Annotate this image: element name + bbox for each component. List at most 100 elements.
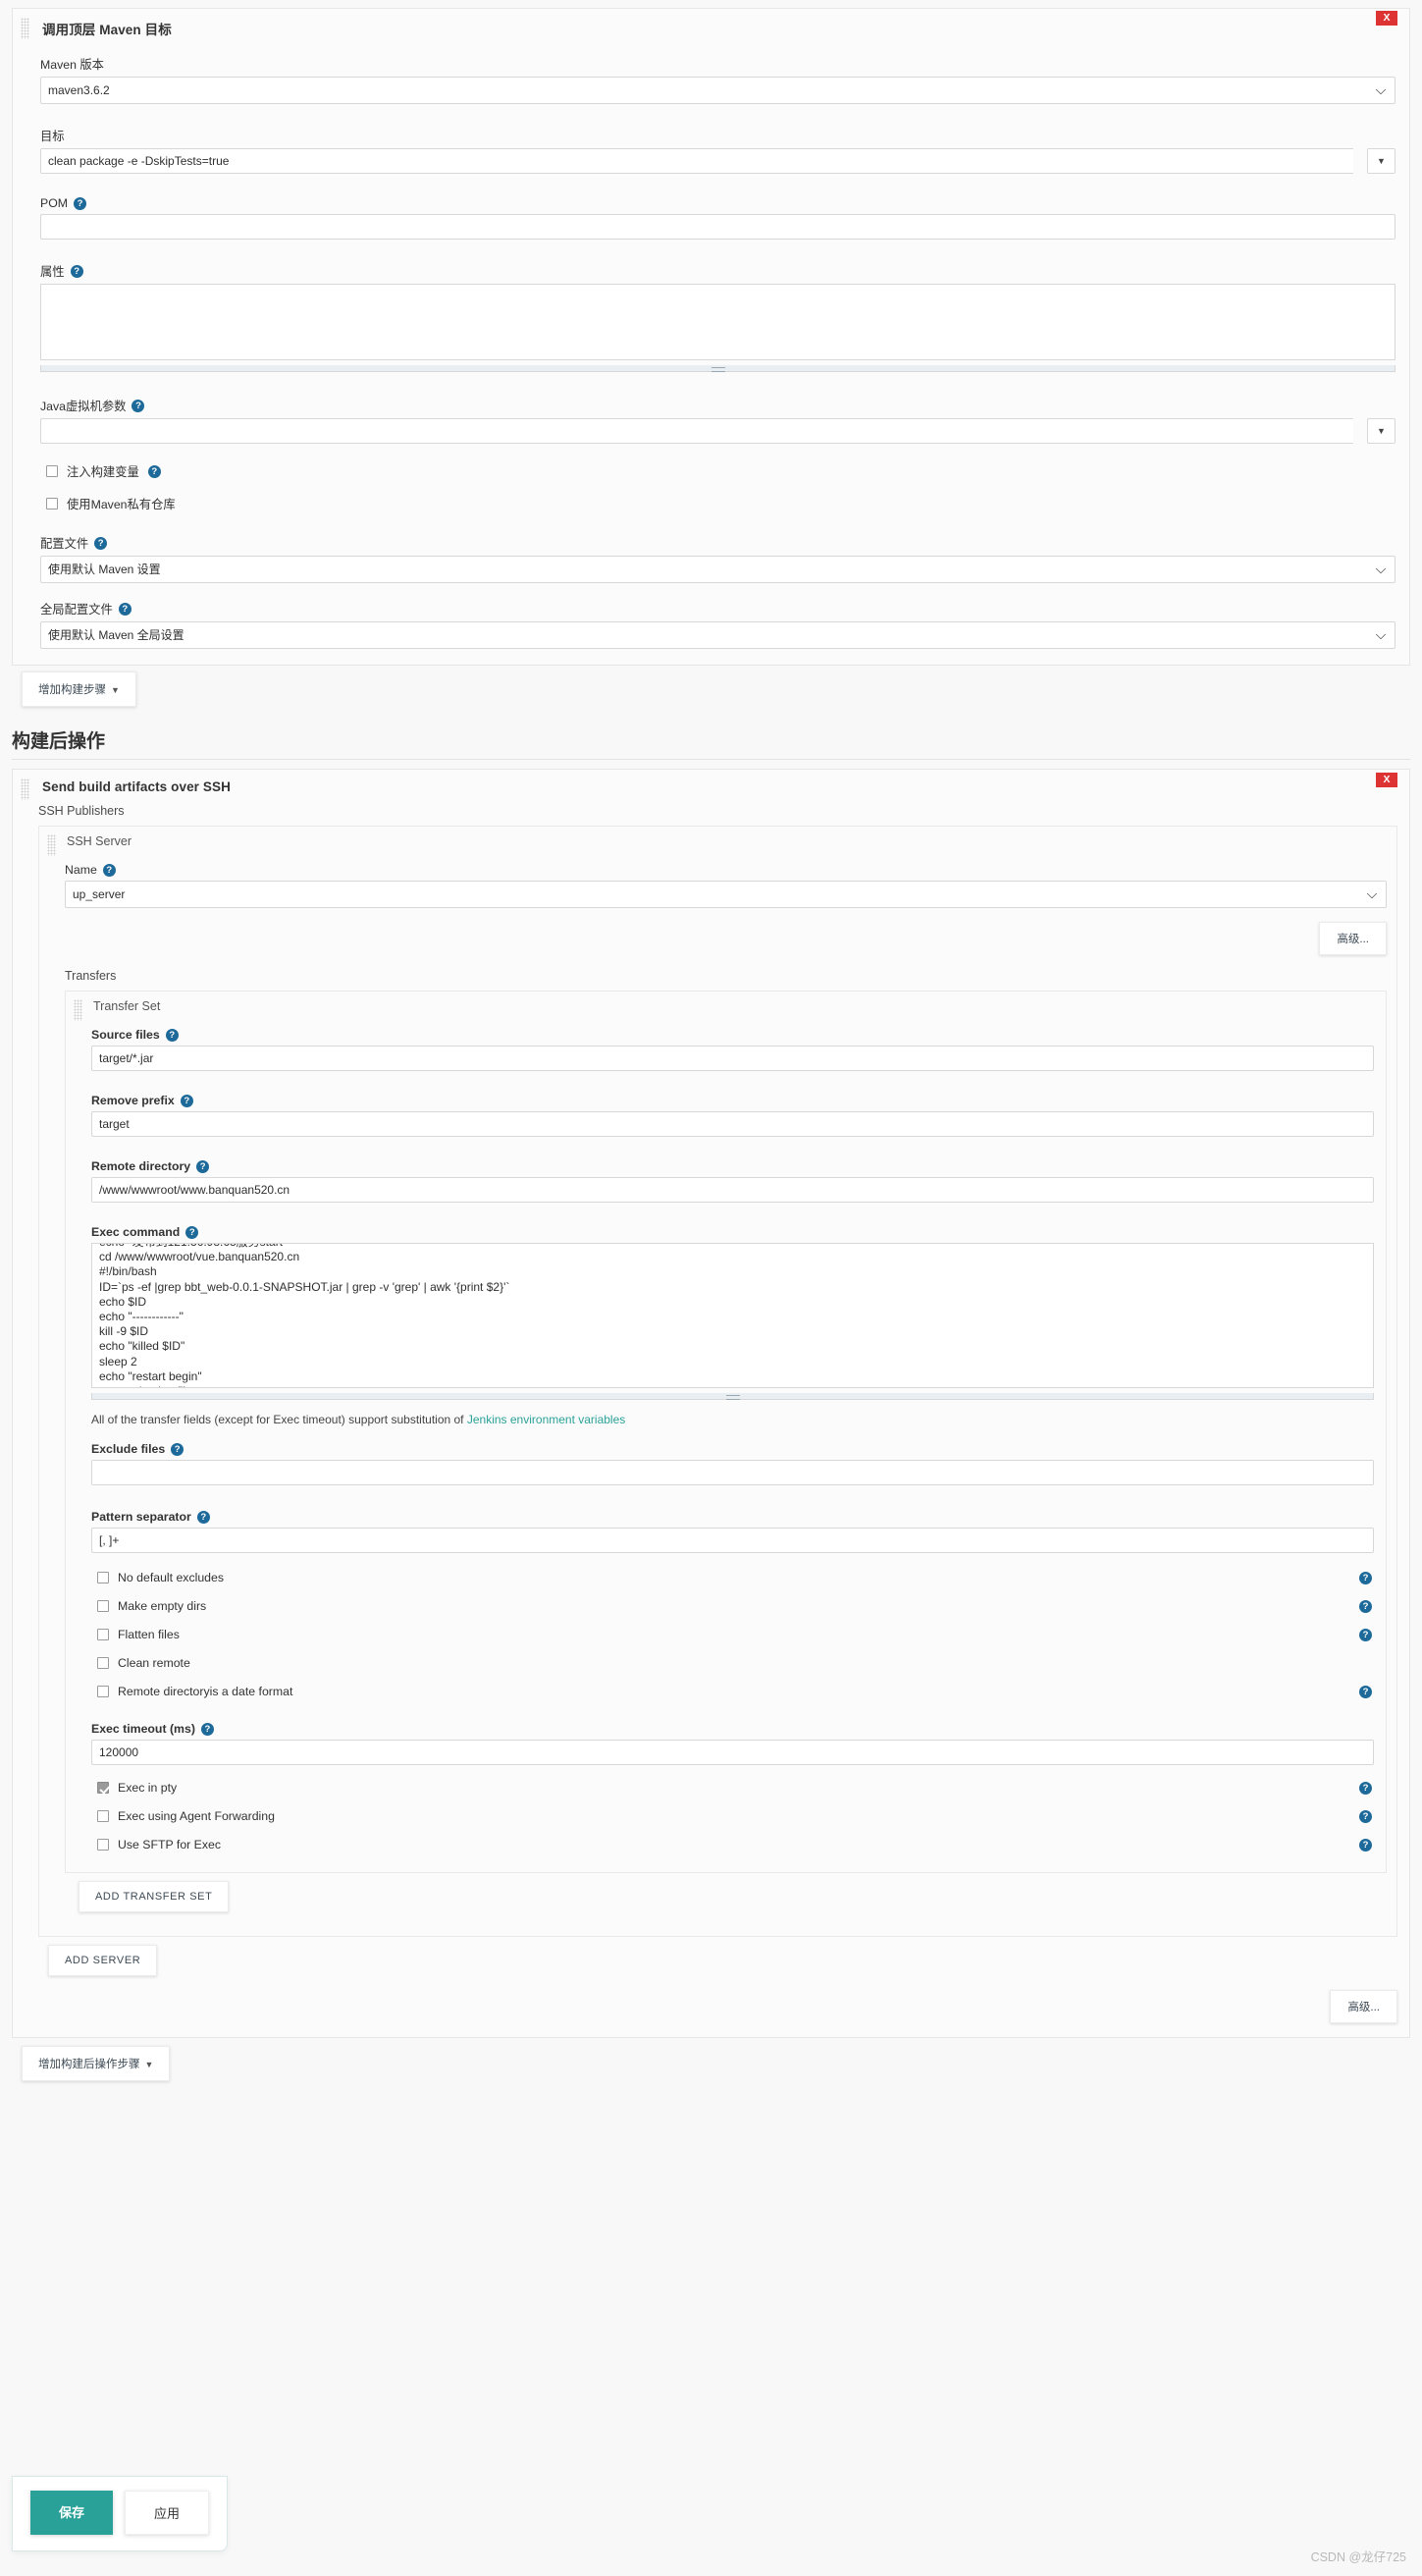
maven-version-select[interactable]: maven3.6.2 [40, 77, 1396, 104]
remote-directory-date-format-checkbox[interactable] [97, 1686, 109, 1697]
ssh-name-select[interactable]: up_server [65, 881, 1387, 908]
ssh-name-label: Name ? [65, 863, 1387, 877]
help-icon[interactable]: ? [196, 1159, 210, 1173]
drag-handle-icon[interactable] [21, 18, 29, 39]
caret-down-icon: ▼ [144, 2060, 154, 2069]
help-icon[interactable]: ? [102, 863, 116, 877]
textarea-resize-handle[interactable] [40, 365, 1396, 372]
remote-directory-date-format-label: Remote directoryis a date format [118, 1685, 293, 1698]
help-icon[interactable]: ? [185, 1225, 199, 1239]
jvm-options-input[interactable] [40, 418, 1353, 444]
add-server-button[interactable]: ADD SERVER [48, 1945, 158, 1976]
jvm-options-combo: ▼ [40, 418, 1396, 444]
drag-handle-icon[interactable] [21, 778, 29, 800]
help-icon[interactable]: ? [1359, 1782, 1372, 1795]
clean-remote-checkbox[interactable] [97, 1657, 109, 1669]
clean-remote-row[interactable]: Clean remote [91, 1648, 1374, 1677]
help-icon[interactable]: ? [147, 464, 161, 478]
exclude-files-field: Exclude files ? [91, 1431, 1374, 1489]
no-default-excludes-row[interactable]: No default excludes ? [91, 1563, 1374, 1591]
transfer-options-group: No default excludes ? Make empty dirs ? [91, 1563, 1374, 1705]
help-icon[interactable]: ? [196, 1510, 210, 1524]
exec-command-textarea[interactable]: echo "发布到121.36.98.68服务start" cd /www/ww… [91, 1243, 1374, 1388]
exec-agent-forwarding-label: Exec using Agent Forwarding [118, 1809, 275, 1823]
drag-handle-icon[interactable] [74, 999, 82, 1021]
use-sftp-for-exec-checkbox[interactable] [97, 1839, 109, 1851]
make-empty-dirs-row[interactable]: Make empty dirs ? [91, 1591, 1374, 1620]
transfer-set-label: Transfer Set [93, 999, 161, 1013]
help-icon[interactable]: ? [118, 602, 132, 616]
inject-build-variables-label: 注入构建变量 [67, 465, 139, 479]
apply-button[interactable]: 应用 [125, 2491, 210, 2535]
exec-agent-forwarding-checkbox[interactable] [97, 1810, 109, 1822]
global-settings-file-label-text: 全局配置文件 [40, 603, 113, 617]
properties-textarea[interactable] [40, 284, 1396, 360]
maven-build-step-section: X ? 调用顶层 Maven 目标 Maven 版本 maven3.6.2 目标… [12, 8, 1410, 666]
combo-spacer [1353, 148, 1367, 174]
advanced-button-bottom[interactable]: 高级... [1330, 1990, 1397, 2023]
settings-file-select[interactable]: 使用默认 Maven 设置 [40, 556, 1396, 583]
remove-prefix-input[interactable] [91, 1111, 1374, 1137]
save-button[interactable]: 保存 [30, 2491, 114, 2535]
add-post-build-step-button[interactable]: 增加构建后操作步骤 ▼ [22, 2046, 171, 2081]
pattern-separator-input[interactable] [91, 1528, 1374, 1553]
exec-timeout-input[interactable] [91, 1740, 1374, 1765]
help-icon[interactable]: ? [171, 1442, 184, 1456]
remote-directory-label-text: Remote directory [91, 1159, 191, 1173]
ssh-publishers-label: SSH Publishers [38, 804, 125, 818]
jvm-options-dropdown-button[interactable]: ▼ [1366, 418, 1396, 444]
help-icon[interactable]: ? [165, 1028, 179, 1042]
exec-timeout-label: Exec timeout (ms) ? [91, 1722, 1374, 1736]
flatten-files-row[interactable]: Flatten files ? [91, 1620, 1374, 1648]
make-empty-dirs-checkbox[interactable] [97, 1600, 109, 1612]
help-icon[interactable]: ? [1359, 1572, 1372, 1584]
textarea-resize-handle[interactable] [91, 1393, 1374, 1400]
help-icon[interactable]: ? [1359, 1810, 1372, 1823]
properties-field: 属性 ? [40, 251, 1396, 376]
remote-directory-date-format-row[interactable]: Remote directoryis a date format ? [91, 1677, 1374, 1705]
help-icon[interactable]: ? [1359, 1686, 1372, 1698]
help-icon[interactable]: ? [132, 399, 145, 412]
add-transfer-set-button[interactable]: ADD TRANSFER SET [79, 1881, 230, 1912]
inject-build-variables-checkbox[interactable] [46, 465, 58, 477]
ssh-name-field: Name ? up_server [65, 852, 1387, 912]
help-icon[interactable]: ? [1359, 1629, 1372, 1641]
pattern-separator-label-text: Pattern separator [91, 1510, 191, 1524]
advanced-button[interactable]: 高级... [1319, 922, 1387, 955]
delete-post-build-step-button[interactable]: X [1376, 773, 1397, 787]
maven-version-field: Maven 版本 maven3.6.2 [40, 44, 1396, 108]
exec-agent-forwarding-row[interactable]: Exec using Agent Forwarding ? [91, 1801, 1374, 1830]
help-icon[interactable]: ? [70, 264, 83, 278]
global-settings-file-select[interactable]: 使用默认 Maven 全局设置 [40, 621, 1396, 649]
use-private-repository-row[interactable]: 使用Maven私有仓库 [40, 487, 1396, 519]
transfers-label: Transfers [65, 969, 117, 983]
flatten-files-checkbox[interactable] [97, 1629, 109, 1640]
caret-down-icon: ▼ [111, 685, 120, 695]
exec-in-pty-row[interactable]: Exec in pty ? [91, 1773, 1374, 1801]
pom-input[interactable] [40, 214, 1396, 240]
exec-timeout-label-text: Exec timeout (ms) [91, 1722, 195, 1736]
goals-input[interactable] [40, 148, 1353, 174]
help-icon[interactable]: ? [74, 196, 87, 210]
inject-build-variables-row[interactable]: 注入构建变量 ? [40, 455, 1396, 487]
exclude-files-input[interactable] [91, 1460, 1374, 1485]
help-icon[interactable]: ? [180, 1094, 193, 1107]
help-icon[interactable]: ? [200, 1722, 214, 1736]
no-default-excludes-checkbox[interactable] [97, 1572, 109, 1583]
help-icon[interactable]: ? [1359, 1839, 1372, 1852]
delete-build-step-button[interactable]: X [1376, 11, 1397, 26]
source-files-input[interactable] [91, 1046, 1374, 1071]
exec-in-pty-checkbox[interactable] [97, 1782, 109, 1794]
drag-handle-icon[interactable] [47, 834, 56, 856]
help-icon[interactable]: ? [1359, 1600, 1372, 1613]
env-variables-hint-text: All of the transfer fields (except for E… [91, 1413, 467, 1426]
remote-directory-input[interactable] [91, 1177, 1374, 1203]
add-build-step-button[interactable]: 增加构建步骤 ▼ [22, 671, 136, 707]
use-private-repository-checkbox[interactable] [46, 498, 58, 510]
exec-timeout-field: Exec timeout (ms) ? [91, 1711, 1374, 1769]
help-icon[interactable]: ? [94, 536, 108, 550]
use-sftp-for-exec-row[interactable]: Use SFTP for Exec ? [91, 1830, 1374, 1858]
goals-dropdown-button[interactable]: ▼ [1366, 148, 1396, 174]
jenkins-env-variables-link[interactable]: Jenkins environment variables [467, 1413, 625, 1426]
exec-command-label: Exec command ? [91, 1225, 1374, 1239]
